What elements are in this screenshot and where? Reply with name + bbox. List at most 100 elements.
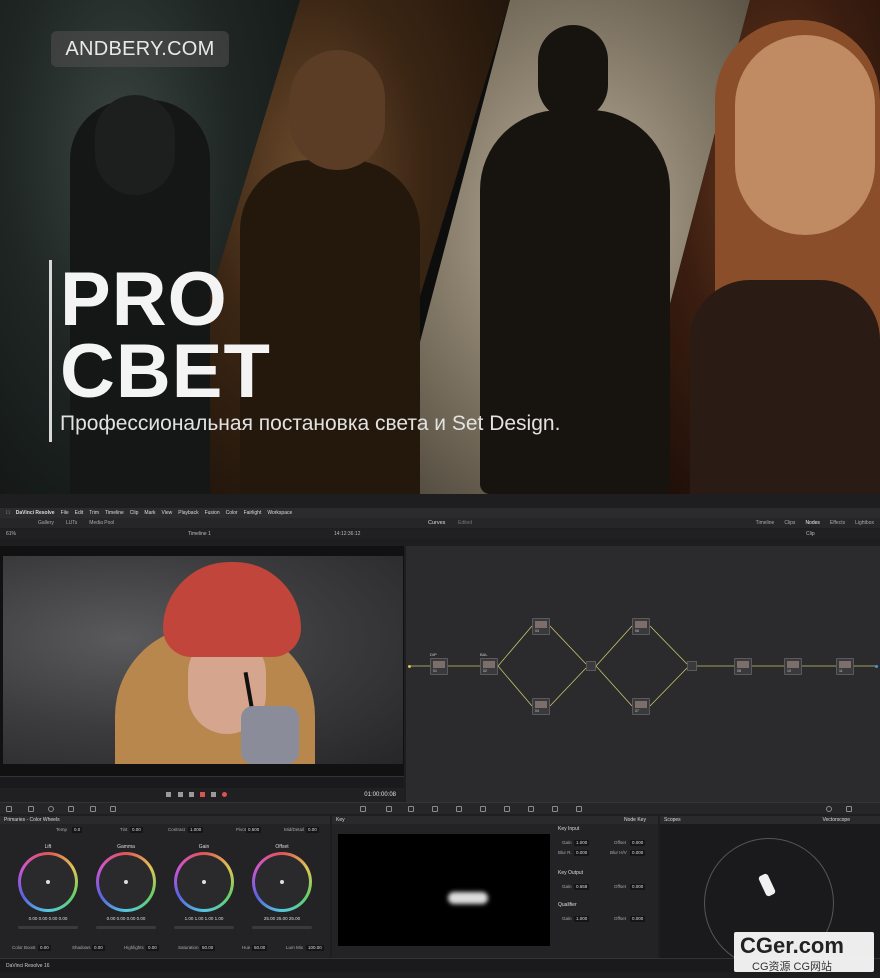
viewer-scrubber[interactable] [0, 776, 404, 788]
offset-wheel[interactable] [252, 852, 312, 912]
clip-mode-selector[interactable]: Clip [806, 529, 815, 539]
qualifier-icon[interactable] [408, 806, 414, 812]
param-hue-value[interactable]: 50.00 [252, 945, 268, 951]
gamma-values[interactable]: 0.00 0.00 0.00 0.00 [94, 916, 158, 921]
site-badge[interactable]: ANDBERY.COM [51, 31, 229, 67]
3d-icon[interactable] [576, 806, 582, 812]
apple-icon[interactable]:  [6, 510, 10, 516]
camera-raw-icon[interactable] [6, 806, 12, 812]
scopes-icon[interactable] [846, 806, 852, 812]
param-middetail-value[interactable]: 0.00 [306, 827, 319, 833]
param-highlights-value[interactable]: 0.00 [146, 945, 159, 951]
key-input-gain[interactable]: 1.000 [574, 840, 590, 846]
menu-mark[interactable]: Mark [144, 510, 155, 516]
parallel-mixer-2[interactable] [687, 661, 697, 671]
curves-icon[interactable] [360, 806, 366, 812]
loop-icon[interactable] [222, 792, 227, 797]
gain-values[interactable]: 1.00 1.00 1.00 1.00 [172, 916, 236, 921]
lift-wheel[interactable] [18, 852, 78, 912]
param-contrast-value[interactable]: 1.000 [188, 827, 204, 833]
menu-workspace[interactable]: Workspace [267, 510, 292, 516]
node-07[interactable]: 07 [632, 698, 650, 715]
luts-button[interactable]: LUTs [66, 520, 77, 526]
motion-effects-icon[interactable] [90, 806, 96, 812]
param-colorboost-label: Color Boost [12, 945, 36, 950]
node-02[interactable]: 02 [480, 658, 498, 675]
menu-color[interactable]: Color [226, 510, 238, 516]
menu-view[interactable]: View [162, 510, 173, 516]
param-lummix-value[interactable]: 100.00 [306, 945, 324, 951]
node-editor[interactable]: DIP 01 BAL 02 03 04 06 07 08 10 11 [406, 546, 880, 802]
stop-icon[interactable] [189, 792, 194, 797]
menu-app[interactable]: DaVinci Resolve [16, 510, 55, 516]
param-temp-value[interactable]: 0.0 [72, 827, 83, 833]
sizing-icon[interactable] [552, 806, 558, 812]
skip-back-icon[interactable] [166, 792, 171, 797]
timeline-selector[interactable]: Timeline 1 [188, 529, 211, 539]
gamma-master-bar[interactable] [96, 926, 156, 929]
curves-title[interactable]: Curves [428, 518, 445, 528]
gain-master-bar[interactable] [174, 926, 234, 929]
node-03[interactable]: 03 [532, 618, 550, 635]
zoom-level[interactable]: 61% [6, 529, 16, 539]
node-08[interactable]: 08 [734, 658, 752, 675]
play-reverse-icon[interactable] [178, 792, 183, 797]
timeline-button[interactable]: Timeline [756, 518, 775, 528]
node-06[interactable]: 06 [632, 618, 650, 635]
key-output-offset[interactable]: 0.000 [630, 884, 646, 890]
menu-file[interactable]: File [61, 510, 69, 516]
param-pivot-value[interactable]: 0.500 [246, 827, 262, 833]
menu-timeline[interactable]: Timeline [105, 510, 124, 516]
lift-values[interactable]: 0.00 0.00 0.00 0.00 [16, 916, 80, 921]
param-tint-value[interactable]: 0.00 [130, 827, 143, 833]
qualifier-gain[interactable]: 1.000 [574, 916, 590, 922]
offset-master-bar[interactable] [252, 926, 312, 929]
menu-playback[interactable]: Playback [178, 510, 198, 516]
viewer[interactable] [0, 546, 404, 776]
color-match-icon[interactable] [28, 806, 34, 812]
param-colorboost-value[interactable]: 0.00 [38, 945, 51, 951]
source-input-dot[interactable] [408, 665, 411, 668]
node-11[interactable]: 11 [836, 658, 854, 675]
param-shadows-value[interactable]: 0.00 [92, 945, 105, 951]
menu-fusion[interactable]: Fusion [205, 510, 220, 516]
skip-forward-icon[interactable] [211, 792, 216, 797]
magic-mask-icon[interactable] [480, 806, 486, 812]
output-dot[interactable] [875, 665, 878, 668]
gain-wheel[interactable] [174, 852, 234, 912]
parallel-mixer-1[interactable] [586, 661, 596, 671]
node-04[interactable]: 04 [532, 698, 550, 715]
menu-edit[interactable]: Edit [75, 510, 84, 516]
node-10[interactable]: 10 [784, 658, 802, 675]
window-icon[interactable] [432, 806, 438, 812]
color-wheels-icon[interactable] [48, 806, 54, 812]
gallery-button[interactable]: Gallery [38, 520, 54, 526]
play-icon[interactable] [200, 792, 205, 797]
offset-values[interactable]: 25.00 25.00 25.00 [250, 916, 314, 921]
key-input-blur-hv[interactable]: 0.000 [630, 850, 646, 856]
rgb-mixer-icon[interactable] [68, 806, 74, 812]
scope-mode-selector[interactable]: Vectorscope [822, 816, 850, 824]
node-01[interactable]: 01 [430, 658, 448, 675]
key-input-offset[interactable]: 0.000 [630, 840, 646, 846]
lightbox-button[interactable]: Lightbox [855, 518, 874, 528]
keyframes-icon[interactable] [826, 806, 832, 812]
lift-master-bar[interactable] [18, 926, 78, 929]
nodes-button[interactable]: Nodes [805, 518, 819, 528]
hdr-icon[interactable] [110, 806, 116, 812]
menu-fairlight[interactable]: Fairlight [244, 510, 262, 516]
warper-icon[interactable] [386, 806, 392, 812]
key-icon[interactable] [528, 806, 534, 812]
media-pool-button[interactable]: Media Pool [89, 520, 114, 526]
key-output-gain[interactable]: 0.658 [574, 884, 590, 890]
gamma-wheel[interactable] [96, 852, 156, 912]
menu-clip[interactable]: Clip [130, 510, 139, 516]
effects-button[interactable]: Effects [830, 518, 845, 528]
clips-button[interactable]: Clips [784, 518, 795, 528]
qualifier-offset[interactable]: 0.000 [630, 916, 646, 922]
menu-trim[interactable]: Trim [89, 510, 99, 516]
blur-icon[interactable] [504, 806, 510, 812]
param-saturation-value[interactable]: 50.00 [200, 945, 216, 951]
key-input-blur-r[interactable]: 0.000 [574, 850, 590, 856]
tracker-icon[interactable] [456, 806, 462, 812]
